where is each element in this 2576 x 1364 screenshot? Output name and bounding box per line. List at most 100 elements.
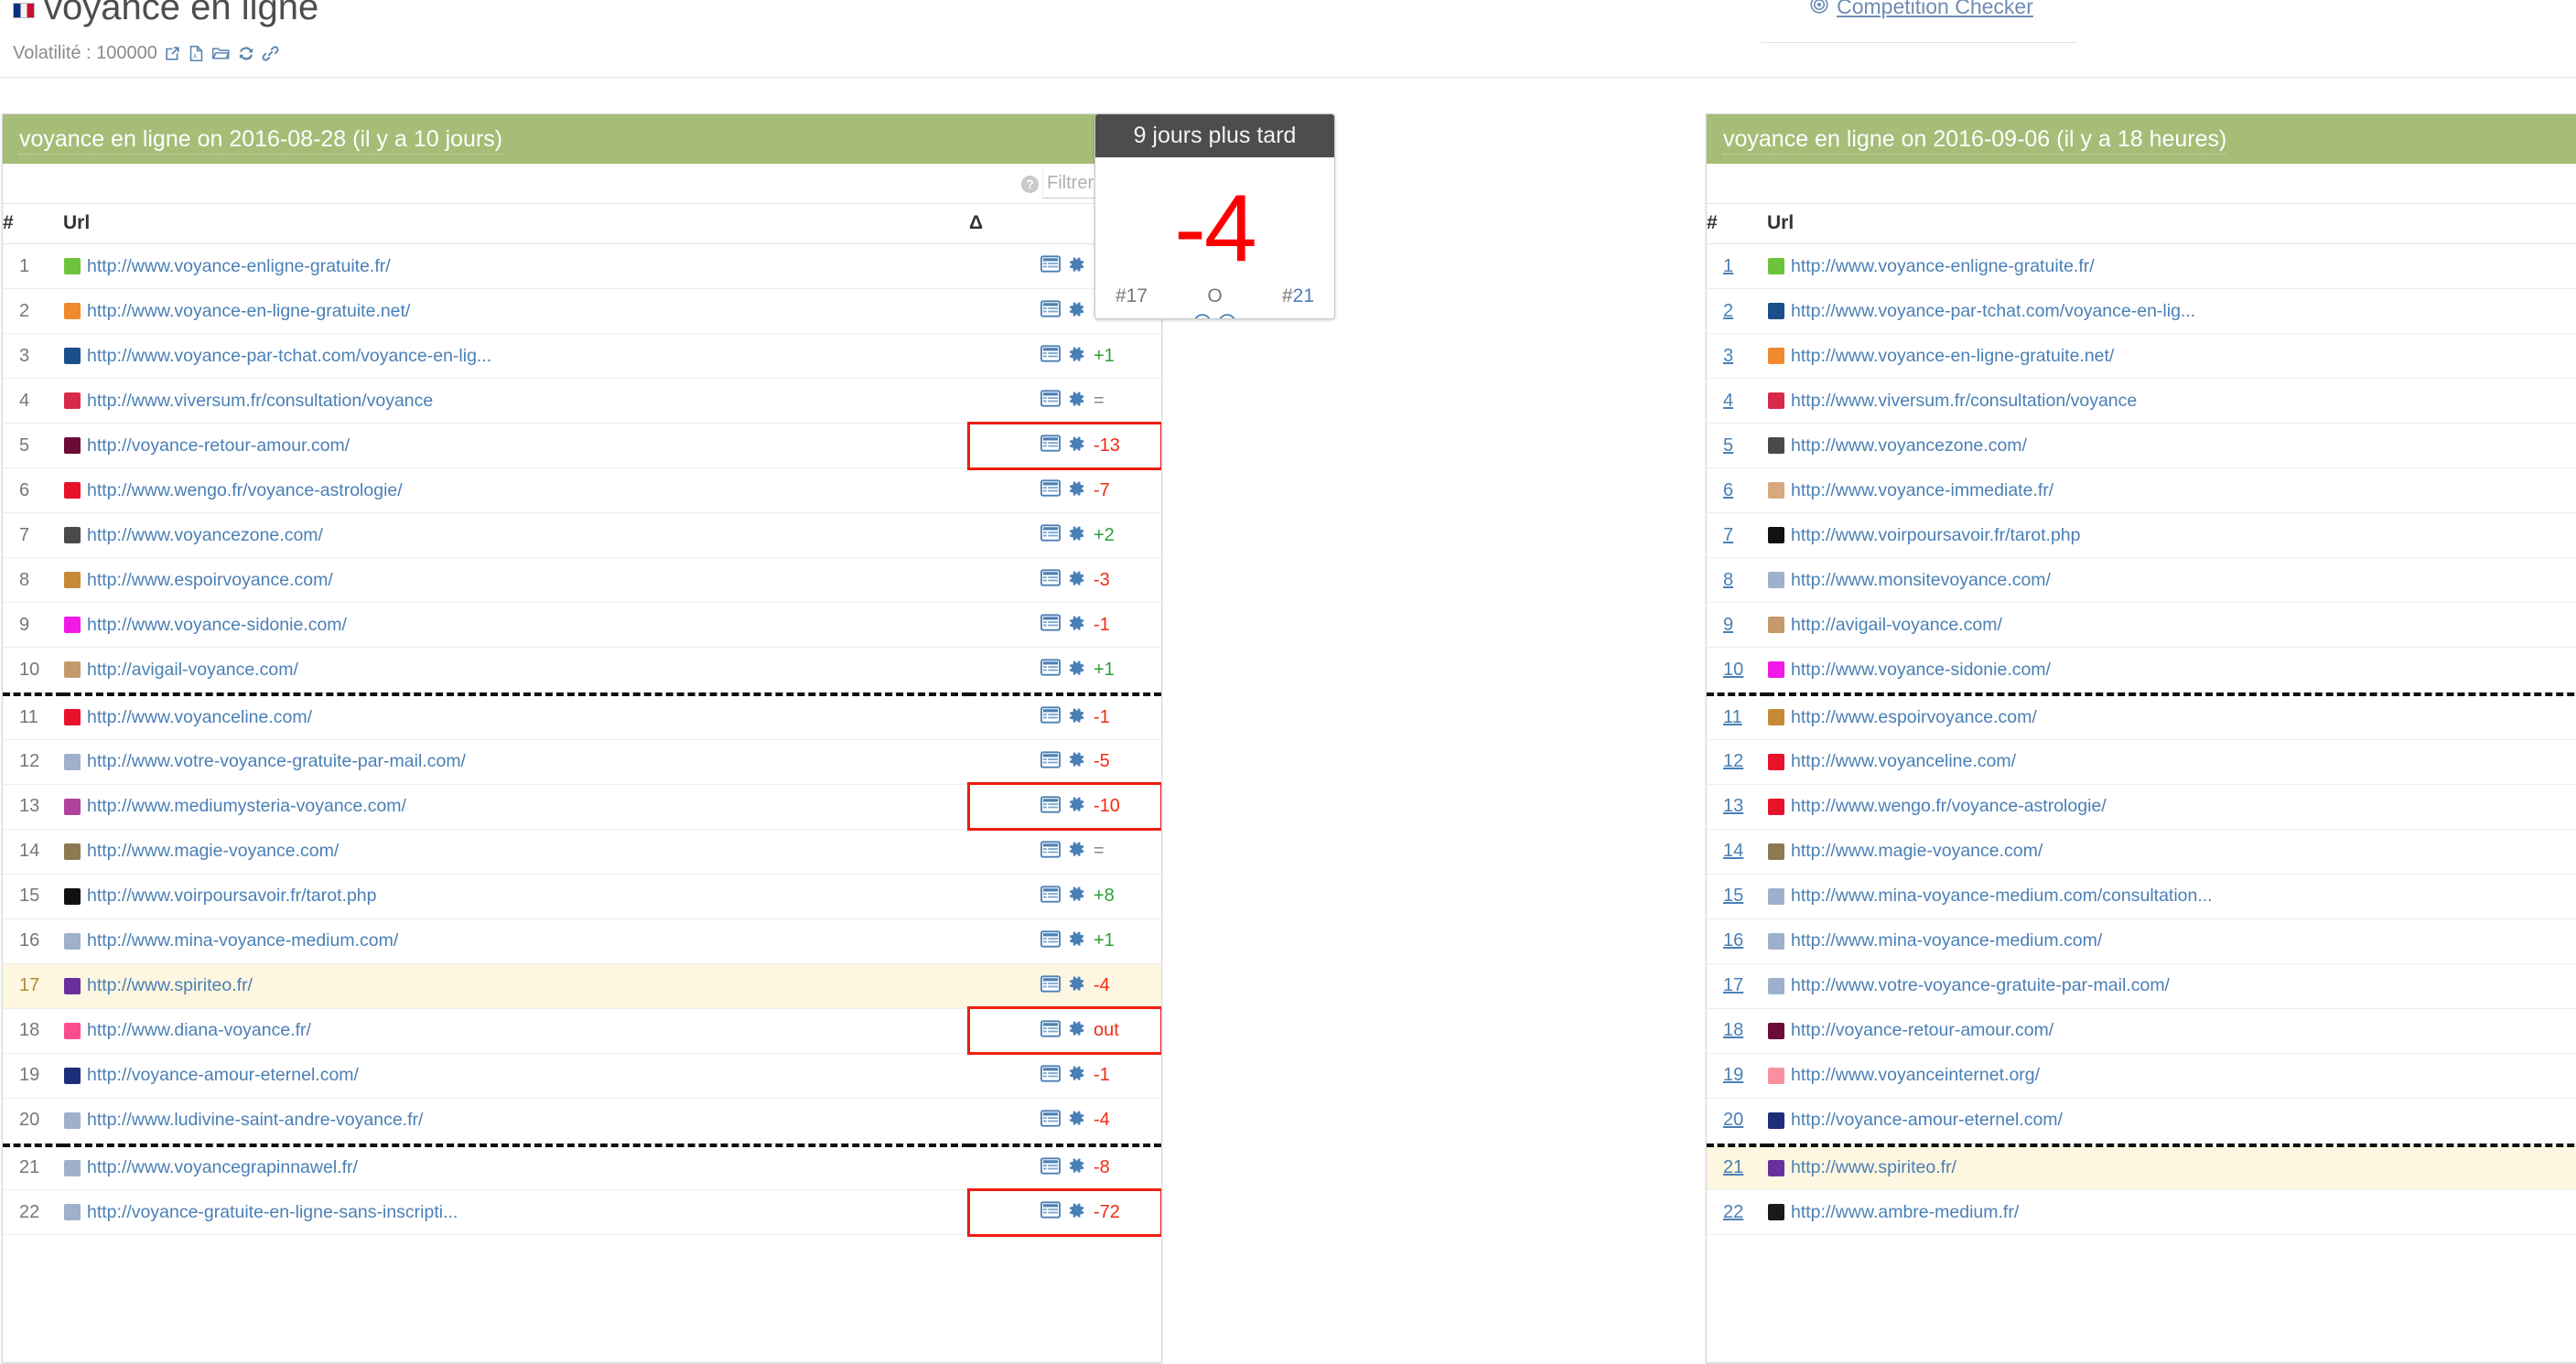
table-row[interactable]: 12http://www.votre-voyance-gratuite-par-… [3,739,1161,784]
gear-icon[interactable] [1067,1201,1085,1224]
row-url-link[interactable]: http://www.monsitevoyance.com/ [1791,570,2051,591]
row-rank[interactable]: 18 [1707,1008,1767,1053]
gear-icon[interactable] [1067,1019,1085,1042]
row-url-link[interactable]: http://www.spiriteo.fr/ [1791,1157,1956,1178]
table-row[interactable]: 9http://www.voyance-sidonie.com/-1 [3,603,1161,648]
row-rank-link[interactable]: 7 [1723,525,1733,545]
gear-icon[interactable] [1067,1109,1085,1132]
table-row[interactable]: 3 http://www.voyance-en-ligne-gratuite.ne… [1707,334,2576,379]
row-rank-link[interactable]: 1 [1723,256,1733,276]
gear-icon[interactable] [1067,929,1085,952]
row-url-link[interactable]: http://www.voirpoursavoir.fr/tarot.php [87,886,376,907]
table-row[interactable]: 21http://www.voyancegrapinnawel.fr/-8 [3,1145,1161,1190]
row-url-link[interactable]: http://www.viversum.fr/consultation/voya… [87,391,433,412]
row-url-link[interactable]: http://www.voyance-par-tchat.com/voyance… [1791,301,2195,322]
gear-icon[interactable] [1067,435,1085,457]
row-url-link[interactable]: http://www.diana-voyance.fr/ [87,1020,311,1041]
serp-details-icon[interactable] [1040,930,1061,952]
row-rank-link[interactable]: 19 [1723,1065,1743,1085]
table-row[interactable]: 2 http://www.voyance-par-tchat.com/voyanc… [1707,289,2576,334]
table-row[interactable]: 9http://avigail-voyance.com/+1 [1707,603,2576,648]
row-url-link[interactable]: http://www.voyancezone.com/ [87,525,323,546]
row-url-link[interactable]: http://voyance-amour-eternel.com/ [87,1065,359,1086]
row-rank[interactable]: 7 [1707,513,1767,558]
row-rank-link[interactable]: 20 [1723,1110,1743,1130]
row-url-link[interactable]: http://www.ambre-medium.fr/ [1791,1202,2019,1223]
row-url-link[interactable]: http://www.voyance-en-ligne-gratuite.net… [1791,346,2114,367]
row-url-link[interactable]: http://avigail-voyance.com/ [1791,615,2002,636]
row-rank[interactable]: 12 [1707,739,1767,784]
row-url-link[interactable]: http://www.wengo.fr/voyance-astrologie/ [87,480,403,501]
serp-details-icon[interactable] [1040,796,1061,818]
table-row[interactable]: 11http://www.voyanceline.com/-1 [3,694,1161,739]
refresh-icon[interactable] [237,45,255,62]
row-rank[interactable]: 1 [1707,244,1767,289]
table-row[interactable]: 6http://www.wengo.fr/voyance-astrologie/… [3,468,1161,513]
arrow-circle-down-icon[interactable] [1193,314,1212,319]
row-rank-link[interactable]: 11 [1723,707,1742,727]
row-url-link[interactable]: http://www.mediumysteria-voyance.com/ [87,796,406,817]
row-rank[interactable]: 19 [1707,1053,1767,1098]
row-url-link[interactable]: http://www.voyancegrapinnawel.fr/ [87,1157,358,1178]
table-row[interactable]: 15 http://www.mina-voyance-medium.com/con… [1707,874,2576,918]
serp-details-icon[interactable] [1040,524,1061,546]
gear-icon[interactable] [1067,885,1085,908]
row-url-link[interactable]: http://www.voyance-immediate.fr/ [1791,480,2053,501]
row-url-link[interactable]: http://www.voyanceinternet.org/ [1791,1065,2040,1086]
table-row[interactable]: 22http://www.ambre-medium.fr/+24 [1707,1190,2576,1235]
serp-details-icon[interactable] [1040,886,1061,908]
row-rank[interactable]: 11 [1707,694,1767,739]
table-row[interactable]: 13http://www.wengo.fr/voyance-astrologie… [1707,784,2576,829]
row-rank[interactable]: 16 [1707,918,1767,963]
row-rank-link[interactable]: 15 [1723,886,1743,906]
row-rank[interactable]: 3 [1707,334,1767,379]
col-header-url[interactable]: Url [63,204,969,244]
table-row[interactable]: 14http://www.magie-voyance.com/= [1707,829,2576,874]
row-url-link[interactable]: http://www.voirpoursavoir.fr/tarot.php [1791,525,2080,546]
col-header-num[interactable]: # [1707,204,1767,244]
table-row[interactable]: 12http://www.voyanceline.com/-1 [1707,739,2576,784]
row-url-link[interactable]: http://www.espoirvoyance.com/ [87,570,333,591]
folder-open-icon[interactable] [211,45,231,62]
table-row[interactable]: 21http://www.spiriteo.fr/-4 [1707,1145,2576,1190]
table-row[interactable]: 1http://www.voyance-enligne-gratuite.fr/… [1707,244,2576,289]
row-url-link[interactable]: http://www.mina-voyance-medium.com/consu… [1791,886,2213,907]
row-url-link[interactable]: http://www.votre-voyance-gratuite-par-ma… [1791,975,2170,996]
row-url-link[interactable]: http://www.espoirvoyance.com/ [1791,707,2037,728]
serp-details-icon[interactable] [1040,1110,1061,1132]
gear-icon[interactable] [1067,1156,1085,1179]
arrow-circle-up-icon[interactable] [1218,314,1236,319]
row-rank-link[interactable]: 4 [1723,391,1733,411]
row-rank-link[interactable]: 3 [1723,346,1733,366]
table-row[interactable]: 19http://voyance-amour-eternel.com/-1 [3,1053,1161,1098]
gear-icon[interactable] [1067,974,1085,997]
row-url-link[interactable]: http://www.mina-voyance-medium.com/ [87,930,398,951]
table-row[interactable]: 10http://avigail-voyance.com/+1 [3,648,1161,693]
serp-details-icon[interactable] [1040,706,1061,728]
serp-details-icon[interactable] [1040,659,1061,681]
table-row[interactable]: 20http://www.ludivine-saint-andre-voyanc… [3,1098,1161,1143]
table-row[interactable]: 6http://www.voyance-immediate.fr/+28 [1707,468,2576,513]
row-url-link[interactable]: http://www.voyanceline.com/ [1791,751,2016,772]
gear-icon[interactable] [1067,706,1085,729]
gear-icon[interactable] [1067,840,1085,863]
row-rank-link[interactable]: 8 [1723,570,1733,590]
serp-details-icon[interactable] [1040,751,1061,773]
gear-icon[interactable] [1067,524,1085,547]
table-row[interactable]: 7http://www.voyancezone.com/+2 [3,513,1161,558]
row-url-link[interactable]: http://voyance-retour-amour.com/ [87,435,350,456]
table-row[interactable]: 10http://www.voyance-sidonie.com/-1 [1707,648,2576,693]
serp-details-icon[interactable] [1040,1157,1061,1179]
row-rank-link[interactable]: 6 [1723,480,1733,500]
row-rank-link[interactable]: 5 [1723,435,1733,456]
row-url-link[interactable]: http://www.wengo.fr/voyance-astrologie/ [1791,796,2107,817]
row-rank[interactable]: 21 [1707,1145,1767,1190]
table-row[interactable]: 1http://www.voyance-enligne-gratuite.fr/… [3,244,1161,289]
row-url-link[interactable]: http://www.voyanceline.com/ [87,707,312,728]
row-rank[interactable]: 14 [1707,829,1767,874]
row-rank[interactable]: 2 [1707,289,1767,334]
row-rank-link[interactable]: 16 [1723,930,1743,951]
table-row[interactable]: 5http://www.voyancezone.com/+2 [1707,424,2576,468]
table-row[interactable]: 16http://www.mina-voyance-medium.com/+1 [3,918,1161,963]
gear-icon[interactable] [1067,659,1085,682]
